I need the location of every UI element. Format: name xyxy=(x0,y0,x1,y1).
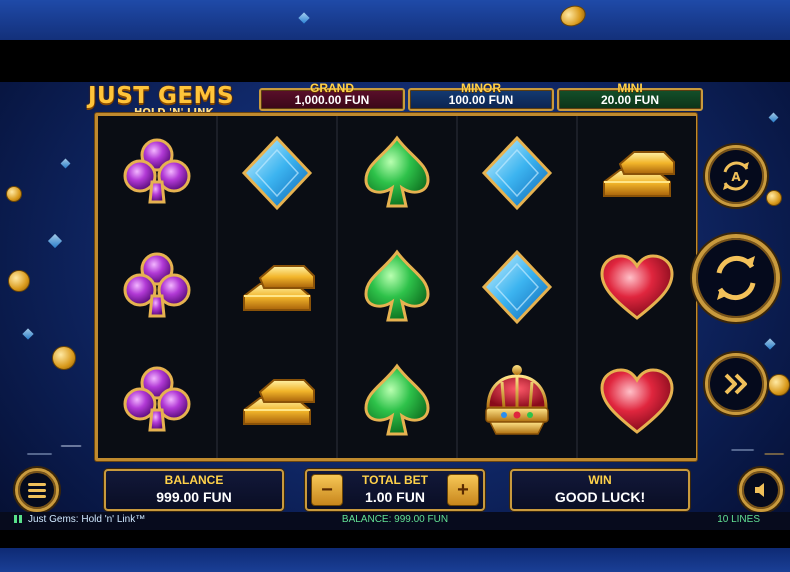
top-background-band xyxy=(0,0,790,40)
green-spade-icon xyxy=(364,363,430,436)
menu-icon xyxy=(28,483,46,498)
win-panel: WIN GOOD LUCK! xyxy=(510,469,690,511)
purple-club-icon xyxy=(123,366,191,432)
purple-club-icon xyxy=(123,252,191,318)
autoplay-button[interactable]: A xyxy=(705,145,767,207)
jackpot-mini: MINI 20.00 FUN xyxy=(557,82,703,113)
status-lines: 10 LINES xyxy=(717,514,760,525)
svg-text:A: A xyxy=(731,170,741,184)
reel-symbol-gold-bars xyxy=(218,344,336,458)
balance-panel: BALANCE 999.00 FUN xyxy=(104,469,284,511)
turbo-button[interactable] xyxy=(705,353,767,415)
reel-symbol-blue-diamond xyxy=(458,230,576,344)
reel-grid xyxy=(95,113,697,461)
reel-symbol-green-spade xyxy=(338,344,456,458)
reel-symbol-purple-club xyxy=(98,116,216,230)
green-spade-icon xyxy=(364,249,430,322)
gold-bars-icon xyxy=(603,151,675,197)
autoplay-icon: A xyxy=(723,161,749,191)
coin-decoration xyxy=(766,190,782,206)
reel-symbol-green-spade xyxy=(338,116,456,230)
gold-bars-icon xyxy=(243,265,315,311)
total-bet-panel: − TOTAL BET 1.00 FUN + xyxy=(305,469,485,511)
reel-symbol-purple-club xyxy=(98,230,216,344)
balance-label: BALANCE xyxy=(164,473,224,487)
reel-symbol-blue-diamond xyxy=(458,116,576,230)
letterbox-top xyxy=(0,40,790,82)
reel-symbol-red-crown xyxy=(458,344,576,458)
blue-diamond-icon xyxy=(481,135,553,211)
spin-button[interactable] xyxy=(692,234,780,322)
logo-title: JUST GEMS xyxy=(88,83,235,109)
jackpot-value: 100.00 FUN xyxy=(448,93,514,107)
red-heart-icon xyxy=(600,254,674,320)
jackpot-grand: GRAND 1,000.00 FUN xyxy=(259,82,405,113)
jackpot-minor: MINOR 100.00 FUN xyxy=(408,82,554,113)
purple-club-icon xyxy=(123,138,191,204)
reel-symbol-red-heart xyxy=(578,230,696,344)
reel-symbol-red-heart xyxy=(578,344,696,458)
coin-decoration xyxy=(52,346,76,370)
reel-symbol-green-spade xyxy=(338,230,456,344)
blue-diamond-icon xyxy=(481,249,553,325)
speaker-icon xyxy=(755,483,764,497)
status-balance: BALANCE: 999.00 FUN xyxy=(341,514,449,525)
reel-symbol-blue-diamond xyxy=(218,116,336,230)
gold-bars-icon xyxy=(243,379,315,425)
fast-forward-icon xyxy=(724,373,747,395)
jackpot-value: 1,000.00 FUN xyxy=(294,93,370,107)
bet-increase-button[interactable]: + xyxy=(447,474,479,506)
bottom-background-band xyxy=(0,548,790,572)
coin-decoration xyxy=(768,374,790,396)
coin-decoration xyxy=(8,270,30,292)
coin-decoration xyxy=(6,186,22,202)
reel-symbol-gold-bars xyxy=(218,230,336,344)
red-crown-icon xyxy=(485,365,549,435)
reel-symbol-gold-bars xyxy=(578,116,696,230)
reel-symbol-purple-club xyxy=(98,344,216,458)
red-heart-icon xyxy=(600,368,674,434)
spin-icon xyxy=(716,256,756,300)
menu-button[interactable] xyxy=(15,468,59,512)
sound-button[interactable] xyxy=(739,468,783,512)
jackpot-value: 20.00 FUN xyxy=(600,93,660,107)
win-value: GOOD LUCK! xyxy=(554,489,646,505)
green-spade-icon xyxy=(364,135,430,208)
blue-diamond-icon xyxy=(241,135,313,211)
win-label: WIN xyxy=(588,473,612,487)
balance-value: 999.00 FUN xyxy=(156,489,232,505)
